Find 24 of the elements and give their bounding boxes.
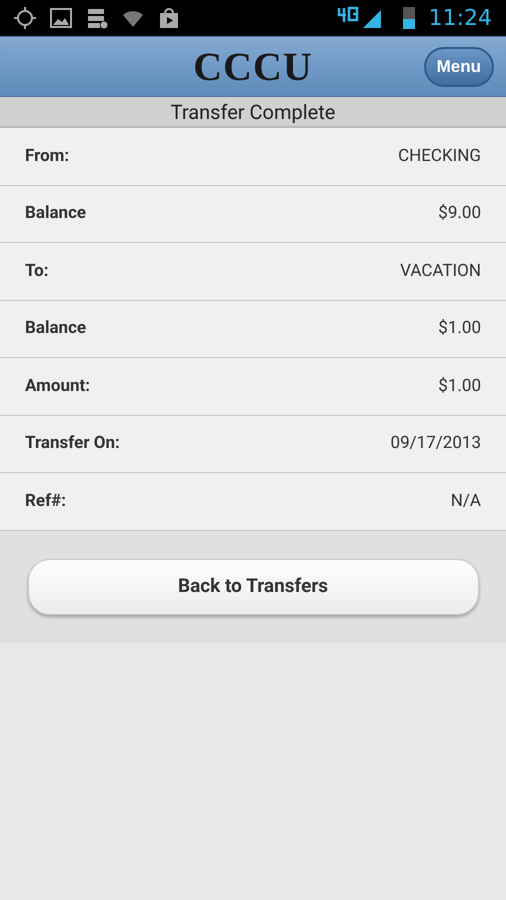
logo: CCCU	[193, 43, 313, 91]
battery-icon	[402, 7, 415, 29]
field-label: From:	[25, 144, 70, 168]
field-value: N/A	[450, 490, 481, 512]
back-button[interactable]: Back to Transfers	[28, 558, 478, 614]
gps-icon	[14, 7, 36, 29]
storage-icon	[86, 7, 108, 29]
field-label: Ref#:	[25, 490, 66, 512]
clock: 11:24	[428, 4, 492, 32]
store-icon	[158, 7, 180, 29]
image-icon	[50, 7, 72, 29]
page-title: Transfer Complete	[0, 97, 506, 128]
field-value: 09/17/2013	[390, 432, 481, 455]
field-value: CHECKING	[398, 144, 481, 168]
field-label: Amount:	[25, 374, 90, 398]
field-value: $9.00	[438, 202, 481, 225]
field-label: To:	[25, 260, 48, 282]
field-value: $1.00	[438, 317, 481, 340]
field-value: $1.00	[438, 374, 481, 398]
field-label: Balance	[25, 317, 86, 340]
field-label: Balance	[25, 202, 86, 225]
field-label: Transfer On:	[25, 432, 120, 455]
field-value: VACATION	[400, 260, 481, 282]
menu-button[interactable]: Menu	[424, 47, 494, 87]
